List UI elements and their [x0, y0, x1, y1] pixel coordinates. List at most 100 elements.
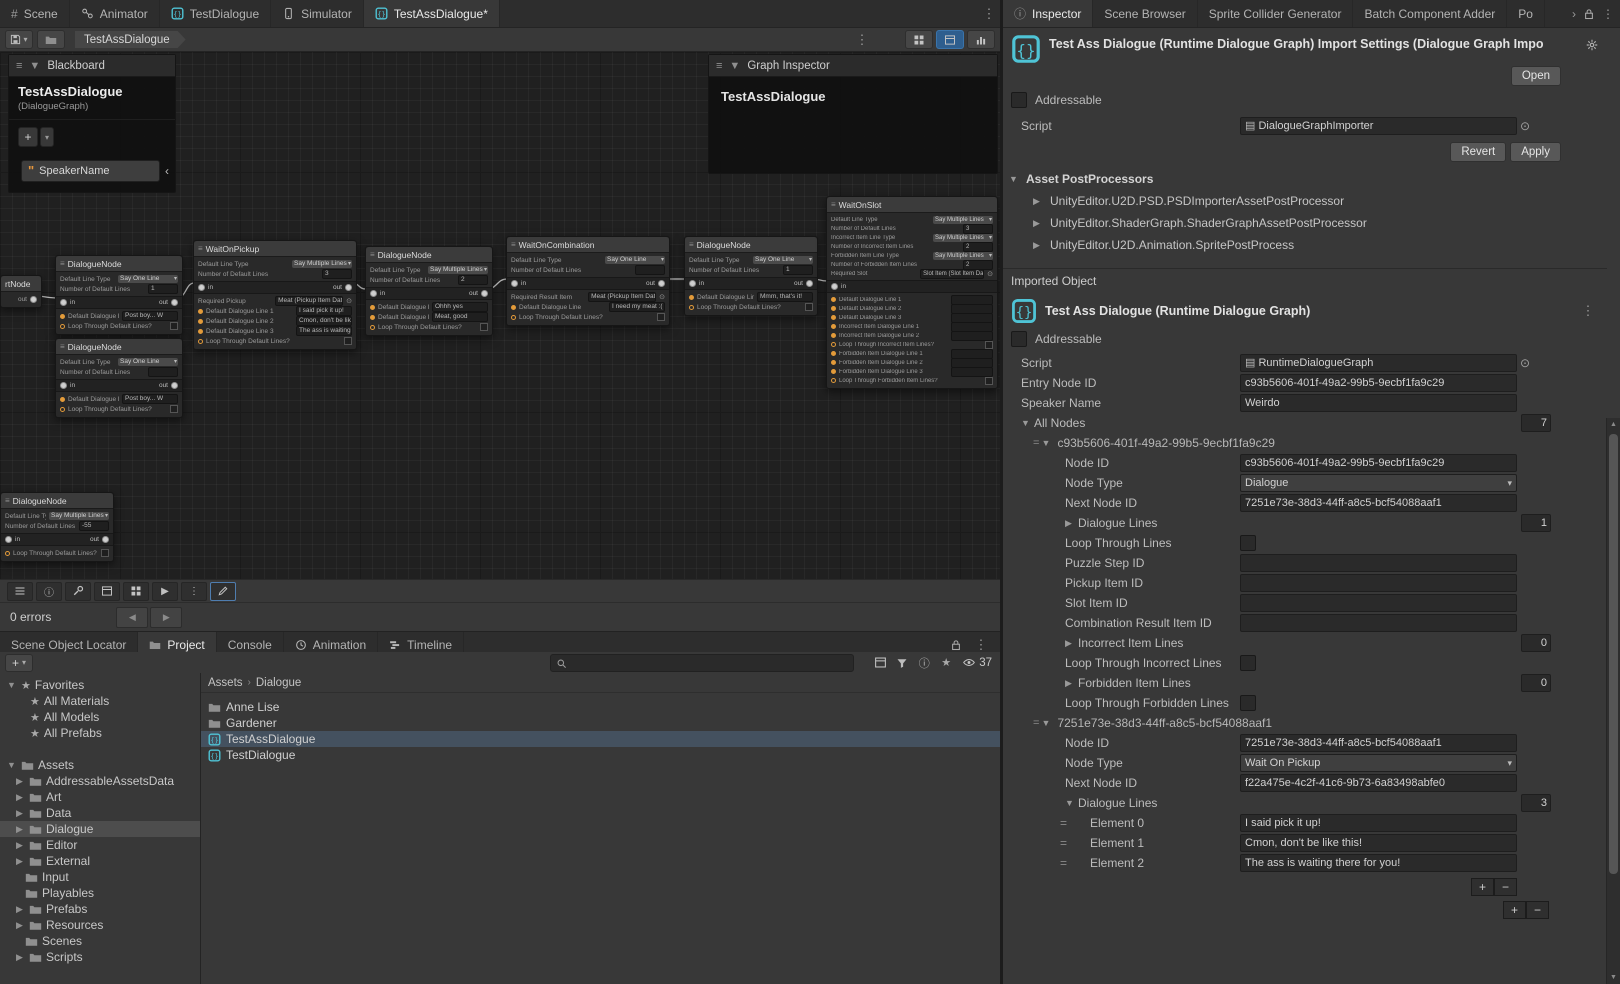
asset-item-testdialogue[interactable]: TestDialogue	[201, 747, 1000, 763]
chevron-right-icon[interactable]: ›	[1572, 7, 1576, 21]
node-group-1[interactable]: =▼c93b5606-401f-49a2-99b5-9ecbf1fa9c29	[1003, 433, 1607, 453]
tree-item-prefabs[interactable]: ▶Prefabs	[0, 901, 200, 917]
num-field[interactable]: 2	[963, 242, 993, 252]
dialogue-line-field[interactable]: Post boy... W	[122, 311, 178, 321]
node-header[interactable]: rtNode	[1, 276, 41, 292]
graph-node-start[interactable]: rtNode out	[0, 275, 42, 308]
node-header[interactable]: ≡DialogueNode	[56, 256, 182, 272]
drag-handle-icon[interactable]: =	[1060, 816, 1090, 830]
edit-mode-button[interactable]	[210, 582, 236, 601]
graph-inspector-panel[interactable]: ≡▼Graph Inspector TestAssDialogue	[708, 54, 998, 174]
entry-node-id-field[interactable]: c93b5606-401f-49a2-99b5-9ecbf1fa9c29	[1240, 374, 1517, 392]
chevron-down-icon[interactable]: ▼	[6, 680, 17, 690]
line-type-dropdown[interactable]: Say One Line	[753, 256, 813, 264]
array-remove-button[interactable]: −	[1526, 901, 1549, 919]
line-type-dropdown[interactable]: Say Multiple Lines	[933, 216, 993, 224]
next-node-id-field[interactable]: 7251e73e-38d3-44ff-a8c5-bcf54088aaf1	[1240, 494, 1517, 512]
asset-postprocessors-foldout[interactable]: ▼Asset PostProcessors	[1003, 168, 1607, 190]
dialogue-line-port[interactable]	[198, 319, 203, 324]
forbidden-line-port[interactable]	[831, 360, 836, 365]
loop-checkbox[interactable]	[170, 405, 178, 413]
in-port[interactable]	[5, 536, 12, 543]
object-picker-icon[interactable]: ⊙	[659, 293, 665, 301]
in-port[interactable]	[60, 382, 67, 389]
tree-item-data[interactable]: ▶Data	[0, 805, 200, 821]
info-button[interactable]: ⓘ	[36, 582, 62, 601]
tree-favorites-header[interactable]: ▼★Favorites	[0, 677, 200, 693]
minimap-toggle-button[interactable]	[905, 30, 933, 49]
tree-item-addressableassetsdata[interactable]: ▶AddressableAssetsData	[0, 773, 200, 789]
chevron-right-icon[interactable]: ▶	[14, 840, 25, 851]
line-type-dropdown[interactable]: Say Multiple Lines	[428, 266, 488, 274]
node-id-field[interactable]: 7251e73e-38d3-44ff-a8c5-bcf54088aaf1	[1240, 734, 1517, 752]
scrollbar-thumb[interactable]	[1609, 434, 1618, 874]
blackboard-property-speakername[interactable]: "SpeakerName	[21, 160, 160, 182]
console-button[interactable]	[7, 582, 33, 601]
grid-button[interactable]	[123, 582, 149, 601]
out-port[interactable]	[806, 280, 813, 287]
tree-assets-header[interactable]: ▼Assets	[0, 757, 200, 773]
loop-checkbox[interactable]	[985, 341, 993, 349]
scroll-up-icon[interactable]: ▲	[1607, 418, 1620, 431]
chevron-right-icon[interactable]: ▶	[14, 920, 25, 931]
next-node-id-field[interactable]: f22a475e-4c2f-41c6-9b73-6a83498abfe0	[1240, 774, 1517, 792]
script-field[interactable]: ▤ RuntimeDialogueGraph	[1240, 354, 1517, 372]
dialogue-line-field[interactable]: Ohhh yes	[432, 302, 488, 312]
line-type-dropdown[interactable]: Say One Line	[118, 358, 178, 366]
addressable-checkbox[interactable]	[1011, 331, 1027, 347]
in-port[interactable]	[689, 280, 696, 287]
num-lines-field[interactable]	[148, 367, 178, 377]
num-lines-field[interactable]: 1	[148, 284, 178, 294]
forbidden-item-lines-foldout[interactable]: ▶Forbidden Item Lines	[1003, 676, 1240, 690]
line-type-dropdown[interactable]: Say Multiple Lines	[933, 234, 993, 242]
tree-item-input[interactable]: Input	[0, 869, 200, 885]
object-picker-icon[interactable]: ⊙	[346, 297, 352, 305]
num-lines-field[interactable]: 2	[458, 275, 488, 285]
dialogue-line-port[interactable]	[370, 305, 375, 310]
incorrect-item-lines-foldout[interactable]: ▶Incorrect Item Lines	[1003, 636, 1240, 650]
lock-icon[interactable]	[1583, 8, 1595, 20]
tree-item-scripts[interactable]: ▶Scripts	[0, 949, 200, 965]
next-error-button[interactable]: ▶	[150, 607, 182, 628]
array-add-button[interactable]: +	[1471, 878, 1494, 896]
dialogue-line-port[interactable]	[831, 315, 836, 320]
tools-button[interactable]	[65, 582, 91, 601]
element-2-field[interactable]: The ass is waiting there for you!	[1240, 854, 1517, 872]
scroll-down-icon[interactable]: ▼	[1607, 971, 1620, 984]
search-by-type-button[interactable]	[870, 654, 890, 671]
project-search-input[interactable]	[550, 654, 854, 672]
dialogue-line-port[interactable]	[831, 306, 836, 311]
graph-node-dialogue-5[interactable]: ≡DialogueNode Default Line TypeSay Multi…	[0, 492, 114, 562]
panel-menu-icon[interactable]: ⋮	[1602, 7, 1614, 21]
dialogue-line-port[interactable]	[370, 315, 375, 320]
loop-through-forbidden-checkbox[interactable]	[1240, 695, 1256, 711]
line-type-dropdown[interactable]: Say Multiple Lines	[49, 512, 109, 520]
script-field[interactable]: ▤ DialogueGraphImporter	[1240, 117, 1517, 135]
graph-options-icon[interactable]: ⋮	[851, 32, 873, 48]
tab-simulator[interactable]: Simulator	[271, 0, 364, 27]
dialogue-line-field[interactable]: Post boy... W	[122, 394, 178, 404]
element-0-field[interactable]: I said pick it up!	[1240, 814, 1517, 832]
forbidden-line-port[interactable]	[831, 369, 836, 374]
inspector-scrollbar[interactable]: ▲ ▼	[1606, 418, 1620, 984]
tab-testassdialogue[interactable]: TestAssDialogue*	[364, 0, 500, 27]
chevron-right-icon[interactable]: ▶	[14, 824, 25, 835]
lock-icon[interactable]	[950, 639, 962, 651]
tree-item-resources[interactable]: ▶Resources	[0, 917, 200, 933]
graph-node-dialogue-2[interactable]: ≡DialogueNode Default Line TypeSay One L…	[55, 338, 183, 418]
dialogue-line-port[interactable]	[831, 297, 836, 302]
loop-port[interactable]	[60, 407, 65, 412]
chevron-right-icon[interactable]: ▶	[14, 808, 25, 819]
dialogue-line-field[interactable]: Meat, good	[432, 312, 488, 322]
loop-port[interactable]	[5, 551, 10, 556]
loop-checkbox[interactable]	[985, 377, 993, 385]
chevron-right-icon[interactable]: ▶	[14, 904, 25, 915]
node-id-field[interactable]: c93b5606-401f-49a2-99b5-9ecbf1fa9c29	[1240, 454, 1517, 472]
graph-inspector-header[interactable]: ≡▼Graph Inspector	[709, 55, 997, 77]
tree-item-all-materials[interactable]: ★All Materials	[0, 693, 200, 709]
line-type-dropdown[interactable]: Say Multiple Lines	[292, 260, 352, 268]
collapse-icon[interactable]: ▼	[729, 60, 740, 72]
graph-node-wait-on-pickup[interactable]: ≡WaitOnPickup Default Line TypeSay Multi…	[193, 240, 357, 350]
blackboard-header[interactable]: ≡▼Blackboard	[9, 55, 175, 77]
incorrect-line-port[interactable]	[831, 333, 836, 338]
